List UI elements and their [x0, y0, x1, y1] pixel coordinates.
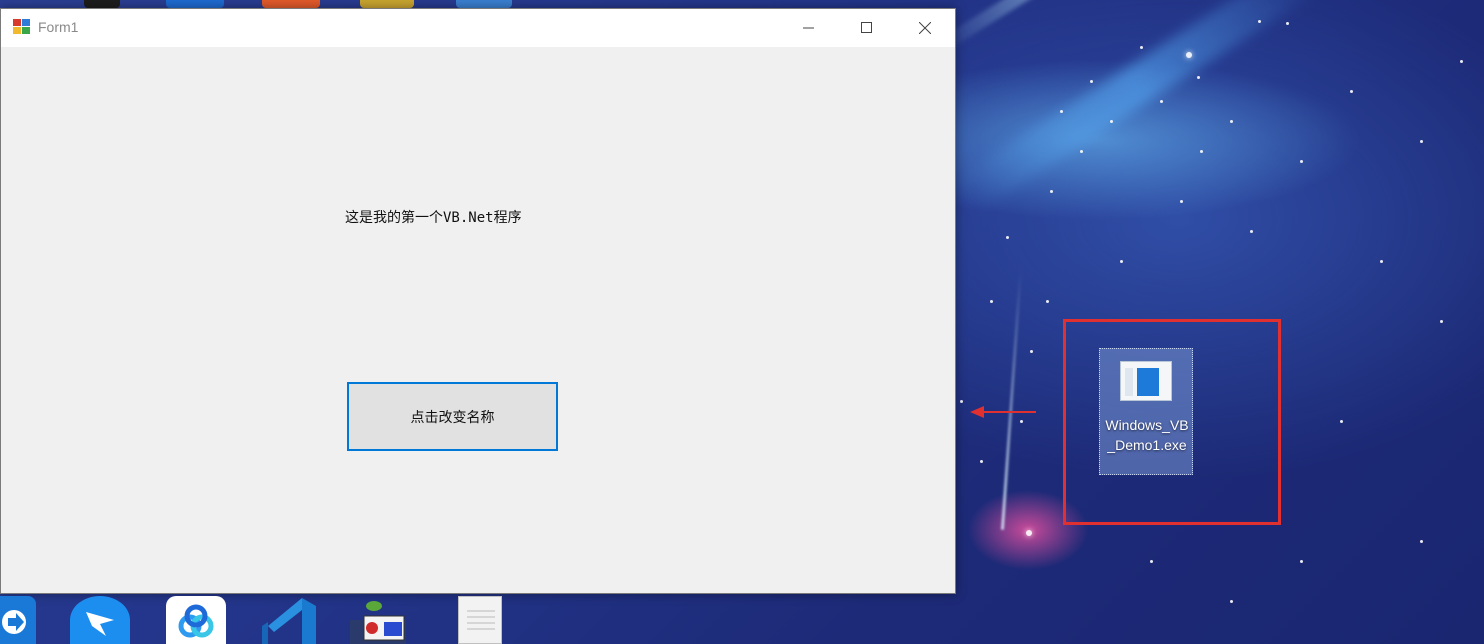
star	[1200, 150, 1203, 153]
title-bar[interactable]: Form1	[1, 9, 955, 47]
star	[990, 300, 993, 303]
star	[1258, 20, 1261, 23]
star	[1380, 260, 1383, 263]
desktop-icon-text-document[interactable]	[458, 596, 502, 644]
change-name-button[interactable]: 点击改变名称	[347, 382, 558, 451]
exe-file-icon	[1120, 361, 1172, 401]
form1-window: Form1 这是我的第一个VB.Net程序 点击改变名称	[0, 8, 956, 594]
desktop-icon-partial-4[interactable]	[360, 0, 414, 8]
desktop-icon-baidu-netdisk[interactable]	[166, 596, 226, 644]
desktop-icon-dingtalk[interactable]	[70, 596, 130, 644]
maximize-icon	[861, 22, 872, 33]
star	[1046, 300, 1049, 303]
star	[1026, 530, 1032, 536]
star	[1197, 76, 1200, 79]
star	[1080, 150, 1083, 153]
wallpaper-glow	[949, 0, 1324, 217]
star	[1120, 260, 1123, 263]
desktop-icon-partial-1[interactable]	[84, 0, 120, 8]
desktop-icon-partial-3[interactable]	[262, 0, 320, 8]
vscode-icon	[262, 598, 316, 644]
desktop-icon-red-ladybug-app[interactable]	[350, 596, 410, 644]
star	[960, 400, 963, 403]
desktop-icon-windows-vb-demo1[interactable]: Windows_VB_Demo1.exe	[1099, 348, 1193, 475]
star	[1110, 120, 1113, 123]
cloud-icon	[178, 604, 214, 638]
star	[1050, 190, 1053, 193]
star	[1460, 60, 1463, 63]
desktop-icon-vscode[interactable]	[260, 596, 320, 644]
arrow-right-icon	[2, 610, 26, 634]
star	[1180, 200, 1183, 203]
star	[1230, 600, 1233, 603]
star	[1250, 230, 1253, 233]
star	[1030, 350, 1033, 353]
minimize-button[interactable]	[780, 9, 838, 47]
star	[1140, 46, 1143, 49]
star	[1286, 22, 1289, 25]
document-icon	[467, 610, 495, 630]
app-icon	[13, 19, 31, 35]
desktop-icon-label: Windows_VB_Demo1.exe	[1105, 417, 1189, 453]
close-icon	[919, 22, 931, 34]
wallpaper-tail	[1000, 270, 1023, 530]
star	[1160, 100, 1163, 103]
star	[1300, 160, 1303, 163]
star	[1150, 560, 1153, 563]
close-button[interactable]	[896, 9, 954, 47]
star	[1440, 320, 1443, 323]
star	[980, 460, 983, 463]
star	[1060, 110, 1063, 113]
desktop-icon-partial-2[interactable]	[166, 0, 224, 8]
star	[1420, 140, 1423, 143]
minimize-icon	[803, 27, 814, 29]
dingtalk-icon	[86, 612, 114, 636]
star	[1230, 120, 1233, 123]
desktop-icon-arrow-app[interactable]	[0, 596, 36, 644]
star	[1300, 560, 1303, 563]
star	[1350, 90, 1353, 93]
arrow-annotation-icon	[970, 406, 1036, 418]
maximize-button[interactable]	[838, 9, 896, 47]
form-label: 这是我的第一个VB.Net程序	[345, 210, 522, 226]
star	[1340, 420, 1343, 423]
star	[1090, 80, 1093, 83]
star	[1006, 236, 1009, 239]
window-title: Form1	[38, 19, 79, 35]
desktop-icon-partial-5[interactable]	[456, 0, 512, 8]
ladybug-icon	[350, 601, 406, 644]
star	[1420, 540, 1423, 543]
star	[1186, 52, 1192, 58]
